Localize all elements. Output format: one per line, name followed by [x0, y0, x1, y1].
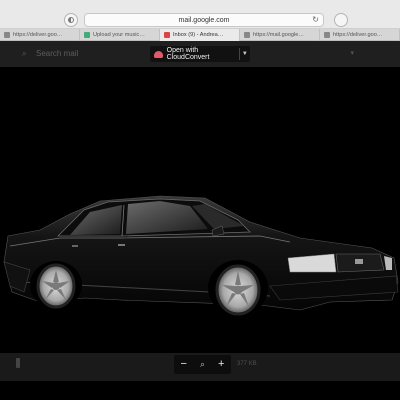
tab-upload-music[interactable]: Upload your music… — [80, 29, 160, 41]
tab-deliver-1[interactable]: https://deliver.goo… — [0, 29, 80, 41]
browser-toolbar: mail.google.com ↻ — [0, 0, 400, 29]
tab-favicon-icon — [4, 32, 10, 38]
contrast-icon — [68, 17, 74, 23]
tab-bar: https://deliver.goo… Upload your music… … — [0, 29, 400, 41]
zoom-out-button[interactable]: − — [181, 359, 187, 370]
chevron-down-icon[interactable]: ▼ — [240, 51, 250, 57]
reload-icon[interactable]: ↻ — [312, 15, 319, 24]
file-size-label: 377 KB — [237, 361, 257, 367]
zoom-controls: − ⌕ + — [174, 355, 231, 374]
bottom-margin — [0, 381, 400, 400]
tab-favicon-icon — [84, 32, 90, 38]
reader-mode-button[interactable] — [64, 13, 78, 27]
address-text: mail.google.com — [178, 16, 230, 24]
zoom-icon[interactable]: ⌕ — [200, 359, 205, 370]
search-input[interactable]: ⌕ Search mail — [22, 49, 78, 58]
tab-favicon-icon — [244, 32, 250, 38]
tab-inbox[interactable]: Inbox (9) - Andrea… — [160, 29, 240, 41]
car-photo — [3, 195, 399, 316]
tab-deliver-2[interactable]: https://deliver.goo… — [320, 29, 400, 41]
image-preview — [0, 67, 400, 353]
tab-favicon-icon — [324, 32, 330, 38]
zoom-in-button[interactable]: + — [218, 359, 224, 370]
page-indicator-icon — [16, 358, 20, 368]
chevron-down-icon[interactable]: ▾ — [350, 49, 354, 57]
search-icon: ⌕ — [22, 49, 27, 58]
share-button[interactable] — [334, 13, 348, 27]
open-with-cloudconvert-button[interactable]: Open with CloudConvert ▼ — [150, 46, 250, 62]
tab-mail-google[interactable]: https://mail.google… — [240, 29, 320, 41]
gmail-favicon-icon — [164, 32, 170, 38]
address-bar[interactable]: mail.google.com ↻ — [84, 13, 324, 27]
cloudconvert-icon — [154, 50, 163, 58]
open-with-label: Open with CloudConvert — [166, 47, 210, 61]
